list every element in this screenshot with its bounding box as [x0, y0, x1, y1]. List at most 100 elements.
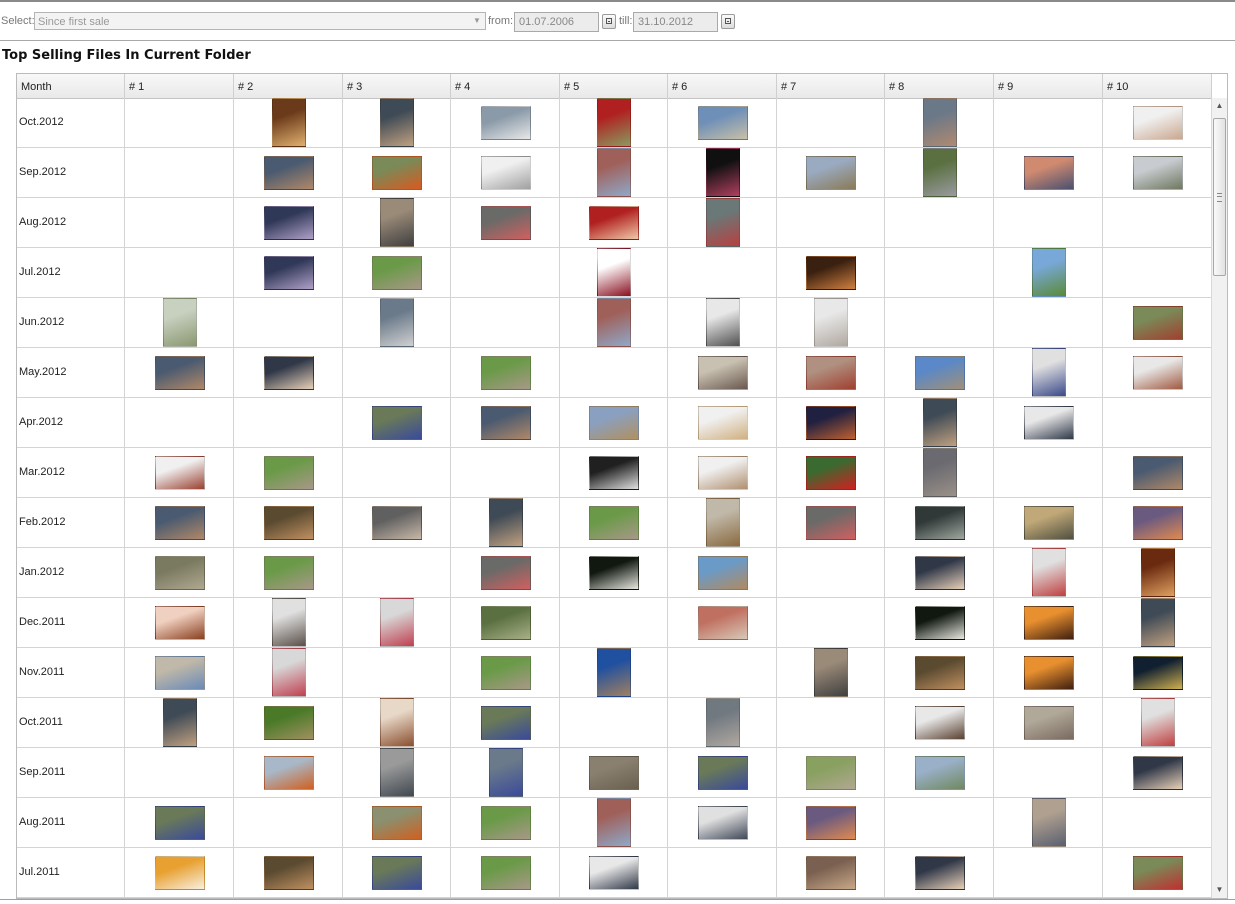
file-thumbnail[interactable]	[155, 856, 205, 890]
file-thumbnail[interactable]	[915, 856, 965, 890]
file-thumbnail[interactable]	[481, 856, 531, 890]
file-thumbnail[interactable]	[1024, 156, 1074, 190]
file-thumbnail[interactable]	[698, 406, 748, 440]
column-header-rank-6[interactable]: # 6	[668, 74, 777, 98]
file-thumbnail[interactable]	[1024, 606, 1074, 640]
file-thumbnail[interactable]	[597, 248, 631, 297]
file-thumbnail[interactable]	[806, 256, 856, 290]
file-thumbnail[interactable]	[264, 356, 314, 390]
file-thumbnail[interactable]	[481, 656, 531, 690]
file-thumbnail[interactable]	[806, 356, 856, 390]
file-thumbnail[interactable]	[264, 856, 314, 890]
file-thumbnail[interactable]	[481, 606, 531, 640]
till-calendar-button[interactable]	[721, 14, 735, 29]
file-thumbnail[interactable]	[597, 298, 631, 347]
column-header-month[interactable]: Month	[17, 74, 125, 98]
file-thumbnail[interactable]	[264, 556, 314, 590]
file-thumbnail[interactable]	[915, 756, 965, 790]
file-thumbnail[interactable]	[481, 106, 531, 140]
file-thumbnail[interactable]	[1133, 306, 1183, 340]
file-thumbnail[interactable]	[698, 756, 748, 790]
file-thumbnail[interactable]	[589, 406, 639, 440]
file-thumbnail[interactable]	[915, 506, 965, 540]
file-thumbnail[interactable]	[806, 806, 856, 840]
file-thumbnail[interactable]	[1133, 506, 1183, 540]
column-header-rank-2[interactable]: # 2	[234, 74, 343, 98]
file-thumbnail[interactable]	[915, 706, 965, 740]
file-thumbnail[interactable]	[155, 556, 205, 590]
file-thumbnail[interactable]	[698, 456, 748, 490]
file-thumbnail[interactable]	[806, 506, 856, 540]
file-thumbnail[interactable]	[698, 806, 748, 840]
file-thumbnail[interactable]	[597, 648, 631, 697]
file-thumbnail[interactable]	[1133, 356, 1183, 390]
file-thumbnail[interactable]	[806, 406, 856, 440]
column-header-rank-3[interactable]: # 3	[343, 74, 451, 98]
file-thumbnail[interactable]	[1024, 706, 1074, 740]
file-thumbnail[interactable]	[380, 98, 414, 147]
file-thumbnail[interactable]	[806, 856, 856, 890]
file-thumbnail[interactable]	[163, 298, 197, 347]
column-header-rank-8[interactable]: # 8	[885, 74, 994, 98]
file-thumbnail[interactable]	[481, 556, 531, 590]
file-thumbnail[interactable]	[155, 656, 205, 690]
file-thumbnail[interactable]	[698, 556, 748, 590]
file-thumbnail[interactable]	[1133, 856, 1183, 890]
scroll-down-icon[interactable]: ▼	[1212, 882, 1227, 898]
file-thumbnail[interactable]	[264, 706, 314, 740]
file-thumbnail[interactable]	[155, 606, 205, 640]
file-thumbnail[interactable]	[372, 506, 422, 540]
period-select[interactable]: Since first sale ▼	[34, 12, 486, 30]
file-thumbnail[interactable]	[589, 506, 639, 540]
scrollbar-thumb[interactable]	[1213, 118, 1226, 276]
column-header-rank-1[interactable]: # 1	[125, 74, 234, 98]
file-thumbnail[interactable]	[264, 756, 314, 790]
column-header-rank-4[interactable]: # 4	[451, 74, 560, 98]
file-thumbnail[interactable]	[597, 148, 631, 197]
file-thumbnail[interactable]	[814, 648, 848, 697]
file-thumbnail[interactable]	[1032, 348, 1066, 397]
file-thumbnail[interactable]	[380, 198, 414, 247]
file-thumbnail[interactable]	[372, 856, 422, 890]
file-thumbnail[interactable]	[481, 806, 531, 840]
file-thumbnail[interactable]	[380, 298, 414, 347]
file-thumbnail[interactable]	[589, 456, 639, 490]
file-thumbnail[interactable]	[589, 856, 639, 890]
file-thumbnail[interactable]	[264, 456, 314, 490]
file-thumbnail[interactable]	[589, 756, 639, 790]
vertical-scrollbar[interactable]: ▲ ▼	[1211, 98, 1227, 898]
file-thumbnail[interactable]	[380, 598, 414, 647]
file-thumbnail[interactable]	[915, 356, 965, 390]
file-thumbnail[interactable]	[481, 156, 531, 190]
file-thumbnail[interactable]	[915, 606, 965, 640]
file-thumbnail[interactable]	[1024, 506, 1074, 540]
top-sellers-grid[interactable]: Month # 1 # 2 # 3 # 4 # 5 # 6 # 7 # 8 # 9 # 10 Oct…	[16, 73, 1228, 899]
file-thumbnail[interactable]	[481, 206, 531, 240]
file-thumbnail[interactable]	[155, 456, 205, 490]
file-thumbnail[interactable]	[481, 706, 531, 740]
file-thumbnail[interactable]	[1133, 456, 1183, 490]
file-thumbnail[interactable]	[372, 156, 422, 190]
file-thumbnail[interactable]	[264, 156, 314, 190]
file-thumbnail[interactable]	[155, 356, 205, 390]
file-thumbnail[interactable]	[272, 98, 306, 147]
file-thumbnail[interactable]	[806, 456, 856, 490]
file-thumbnail[interactable]	[597, 798, 631, 847]
file-thumbnail[interactable]	[1141, 598, 1175, 647]
file-thumbnail[interactable]	[1141, 698, 1175, 747]
file-thumbnail[interactable]	[264, 256, 314, 290]
column-header-rank-9[interactable]: # 9	[994, 74, 1103, 98]
file-thumbnail[interactable]	[1032, 548, 1066, 597]
file-thumbnail[interactable]	[1133, 656, 1183, 690]
file-thumbnail[interactable]	[1024, 406, 1074, 440]
file-thumbnail[interactable]	[380, 748, 414, 797]
file-thumbnail[interactable]	[155, 806, 205, 840]
file-thumbnail[interactable]	[1133, 756, 1183, 790]
file-thumbnail[interactable]	[380, 698, 414, 747]
file-thumbnail[interactable]	[915, 656, 965, 690]
file-thumbnail[interactable]	[1032, 798, 1066, 847]
from-date-field[interactable]: 01.07.2006	[514, 12, 599, 32]
chevron-down-icon[interactable]: ▼	[472, 16, 482, 26]
column-header-rank-7[interactable]: # 7	[777, 74, 885, 98]
file-thumbnail[interactable]	[814, 298, 848, 347]
